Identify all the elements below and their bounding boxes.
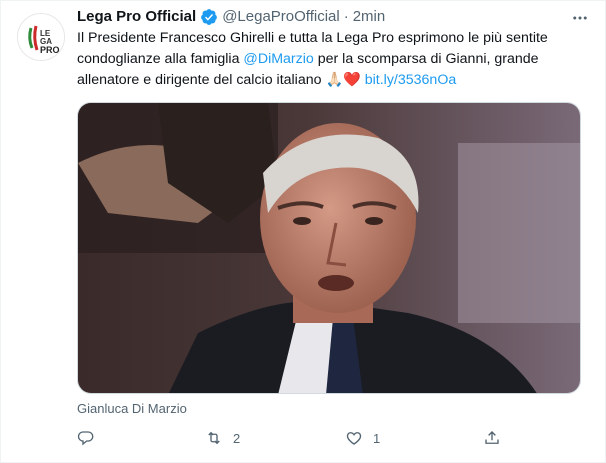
like-count: 1 [373,430,381,446]
handle[interactable]: @LegaProOfficial [222,7,340,27]
like-icon [346,432,362,445]
svg-text:PRO: PRO [40,45,60,55]
url-link[interactable]: bit.ly/3536nOa [365,72,457,88]
tweet-header: Lega Pro Official @LegaProOfficial · 2mi… [77,7,385,27]
share-button[interactable] [483,429,511,447]
like-button[interactable]: 1 [345,429,380,447]
retweet-count: 2 [233,430,241,446]
reply-icon [77,431,94,446]
display-name[interactable]: Lega Pro Official [77,7,196,27]
retweet-icon [208,431,220,445]
timestamp[interactable]: 2min [353,7,386,27]
lega-pro-logo: LE GA PRO [18,14,64,60]
photo-of-man [78,103,580,393]
tweet-text: Il Presidente Francesco Ghirelli e tutta… [77,28,592,91]
tweet-media-image[interactable] [77,102,581,394]
mention-link[interactable]: @DiMarzio [243,51,313,67]
reply-button[interactable] [77,429,105,447]
verified-badge-icon [200,8,218,26]
media-caption[interactable]: Gianluca Di Marzio [77,401,187,416]
tweet-actions: 2 1 [77,429,507,449]
tweet-card[interactable]: LE GA PRO Lega Pro Official @LegaProOffi… [0,0,606,463]
separator-dot: · [343,8,349,25]
emoji-text: 🙏🏻❤️ [325,72,361,88]
share-icon [485,431,499,444]
avatar[interactable]: LE GA PRO [17,13,65,61]
retweet-button[interactable]: 2 [205,429,240,447]
